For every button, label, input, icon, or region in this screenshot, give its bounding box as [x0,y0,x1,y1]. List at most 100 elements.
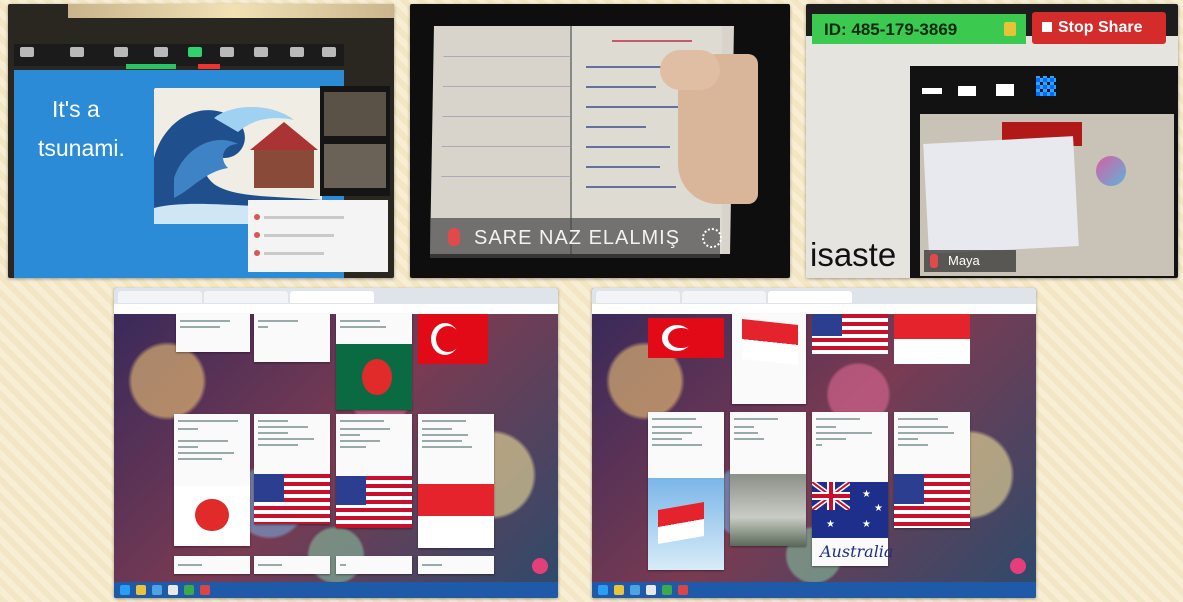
browser-tab[interactable] [768,291,852,303]
flower-icon [702,228,722,248]
remote-control-icon[interactable] [290,47,304,57]
app-icon[interactable] [184,585,194,595]
browser-tab[interactable] [682,291,766,303]
security-icon[interactable] [70,47,84,57]
australia-label: Australia [820,542,894,561]
add-post-button[interactable] [532,558,548,574]
stop-share-mini-button[interactable] [198,64,220,69]
chat-message [264,216,344,219]
stop-video-icon[interactable] [20,47,34,57]
muted-mic-icon [930,254,938,268]
indonesia-flag [418,484,494,548]
padlet-post[interactable] [174,556,250,574]
app-icon[interactable] [168,585,178,595]
participant-video[interactable] [324,144,386,188]
participant-thumbnails [320,86,390,196]
more-icon[interactable] [322,47,336,57]
star-icon: ★ [826,519,835,530]
participant-video[interactable] [324,92,386,136]
muted-mic-icon [448,228,460,246]
app-icon[interactable] [200,585,210,595]
browser-tab[interactable] [290,291,374,303]
padlet-post[interactable]: ★ ★ ★ ★ Australia [812,412,893,566]
turkey-flag [648,318,724,358]
turkey-flag [418,314,488,364]
padlet-post[interactable] [176,314,250,352]
gallery-view-icon[interactable] [1036,76,1056,96]
explorer-icon[interactable] [136,585,146,595]
usa-flag [336,476,412,528]
browser-tab[interactable] [118,291,202,303]
app-icon[interactable] [646,585,656,595]
australia-flag: ★ ★ ★ ★ [812,482,888,538]
padlet-post[interactable] [418,414,494,548]
held-up-worksheet [923,136,1079,254]
student-hand [660,50,720,90]
address-bar[interactable] [114,304,558,314]
globe-icon [1096,156,1126,186]
start-icon[interactable] [598,585,608,595]
chat-message [264,234,334,237]
browser-tab[interactable] [596,291,680,303]
browser-icon[interactable] [630,585,640,595]
speaker-view-icon[interactable] [996,84,1014,96]
chat-avatar-icon [254,214,260,220]
indonesia-flag [658,501,704,545]
chat-avatar-icon [254,250,260,256]
padlet-post[interactable] [648,412,724,570]
chat-icon[interactable] [154,47,168,57]
padlet-post[interactable] [732,314,806,404]
minimize-icon[interactable] [922,88,942,94]
japan-flag [174,486,250,544]
usa-flag [812,314,888,354]
padlet-post[interactable] [254,556,330,574]
view-icon[interactable] [958,86,976,96]
usa-flag [254,474,330,524]
sharing-indicator [126,64,176,69]
padlet-post[interactable] [894,412,970,528]
indonesia-flag [742,319,798,365]
windows-taskbar [114,582,558,598]
bangladesh-flag [336,344,412,410]
padlet-post[interactable] [254,314,330,362]
padlet-board-screenshot: ★ ★ ★ ★ Australia [592,288,1036,598]
zoom-screenshot-meeting-id: ID: 485-179-3869 Stop Share isaste Maya [806,4,1178,278]
start-icon[interactable] [120,585,130,595]
zoom-screenshot-tsunami-slide: It's a tsunami. [8,4,394,278]
padlet-post[interactable] [336,314,412,410]
add-post-button[interactable] [1010,558,1026,574]
annotate-icon[interactable] [254,47,268,57]
zoom-screenshot-notebook: SARE NAZ ELALMIŞ [410,4,790,278]
padlet-board-screenshot [114,288,558,598]
participants-icon[interactable] [114,47,128,57]
slide-text-line1: It's a [52,96,100,122]
padlet-post[interactable] [254,414,330,524]
disaster-photo [730,474,806,546]
chat-avatar-icon [254,232,260,238]
explorer-icon[interactable] [614,585,624,595]
star-icon: ★ [874,503,883,514]
stop-icon [1042,22,1052,32]
lock-icon[interactable] [1004,22,1016,36]
padlet-post[interactable] [336,556,412,574]
app-icon[interactable] [662,585,672,595]
browser-icon[interactable] [152,585,162,595]
zoom-toolbar [14,44,344,66]
browser-tab[interactable] [204,291,288,303]
address-bar[interactable] [592,304,1036,314]
pause-share-icon[interactable] [220,47,234,57]
chat-panel [248,200,388,272]
background-text: isaste [810,236,897,273]
padlet-post[interactable] [418,556,494,574]
sky-photo [648,478,724,570]
stop-share-label: Stop Share [1058,19,1143,36]
meeting-id: ID: 485-179-3869 [824,20,958,39]
padlet-post[interactable] [174,414,250,546]
padlet-post[interactable] [730,412,806,546]
share-screen-icon[interactable] [188,47,202,57]
star-icon: ★ [862,489,871,500]
star-icon: ★ [862,519,871,530]
ceiling-light [68,4,394,18]
app-icon[interactable] [678,585,688,595]
padlet-post[interactable] [336,414,412,528]
